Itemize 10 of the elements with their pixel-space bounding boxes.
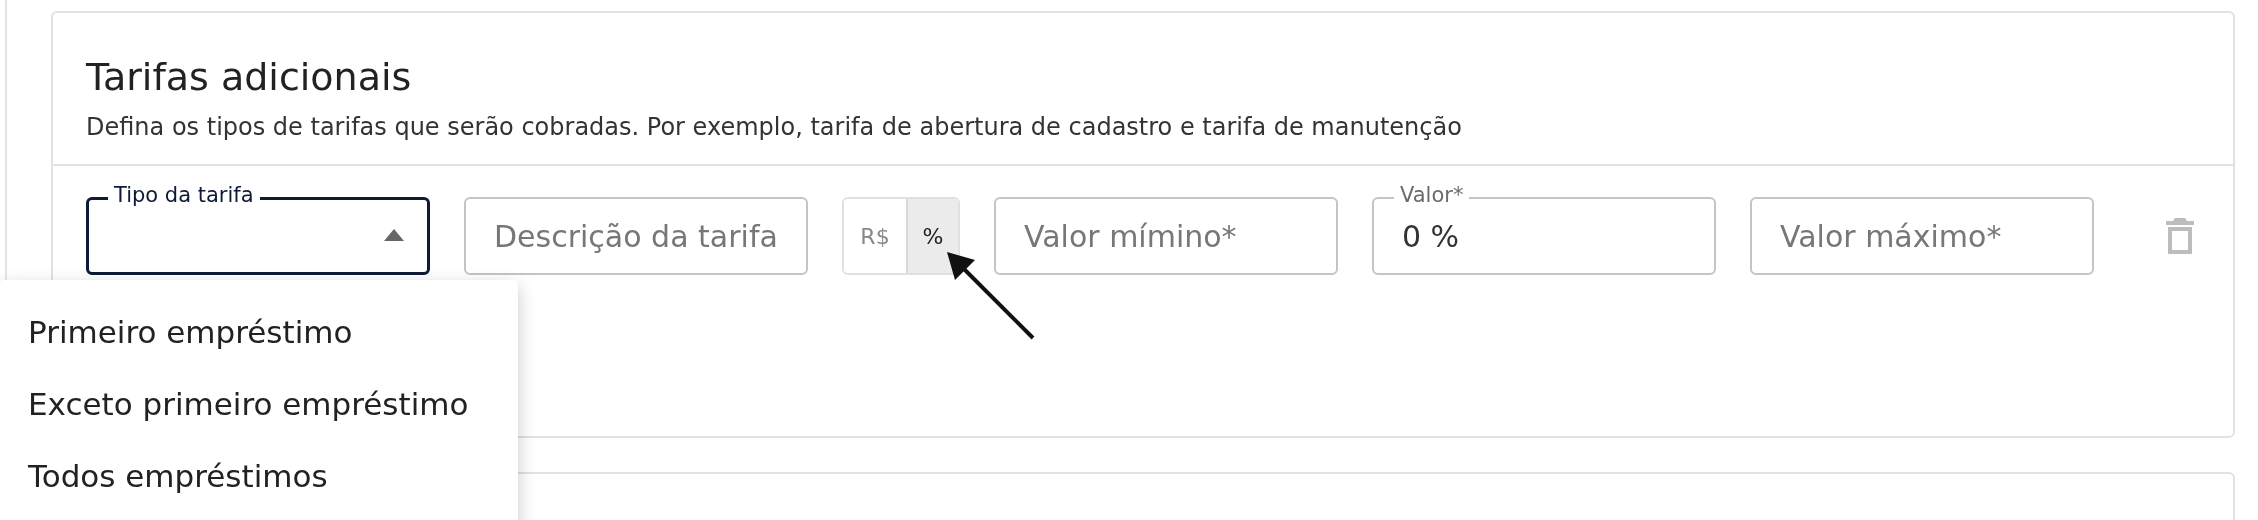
description-field[interactable]: Descrição da tarifa [464,197,808,275]
menu-item[interactable]: Todos empréstimos [0,440,518,512]
section-description: Defina os tipos de tarifas que serão cobradas. Por exemplo, tarifa de abertura de cadastro e tarifa de manutenção [86,112,1463,143]
max-value-field[interactable]: Valor máximo* [1750,197,2094,275]
menu-item[interactable]: Exceto primeiro empréstimo [0,368,518,440]
min-value-field[interactable]: Valor mímino* [994,197,1338,275]
caret-icon [384,229,404,241]
section-title: Tarifas adicionais [86,54,413,101]
unit-toggle-button[interactable]: % [906,199,958,273]
menu-item[interactable]: Primeiro empréstimo [0,296,518,368]
